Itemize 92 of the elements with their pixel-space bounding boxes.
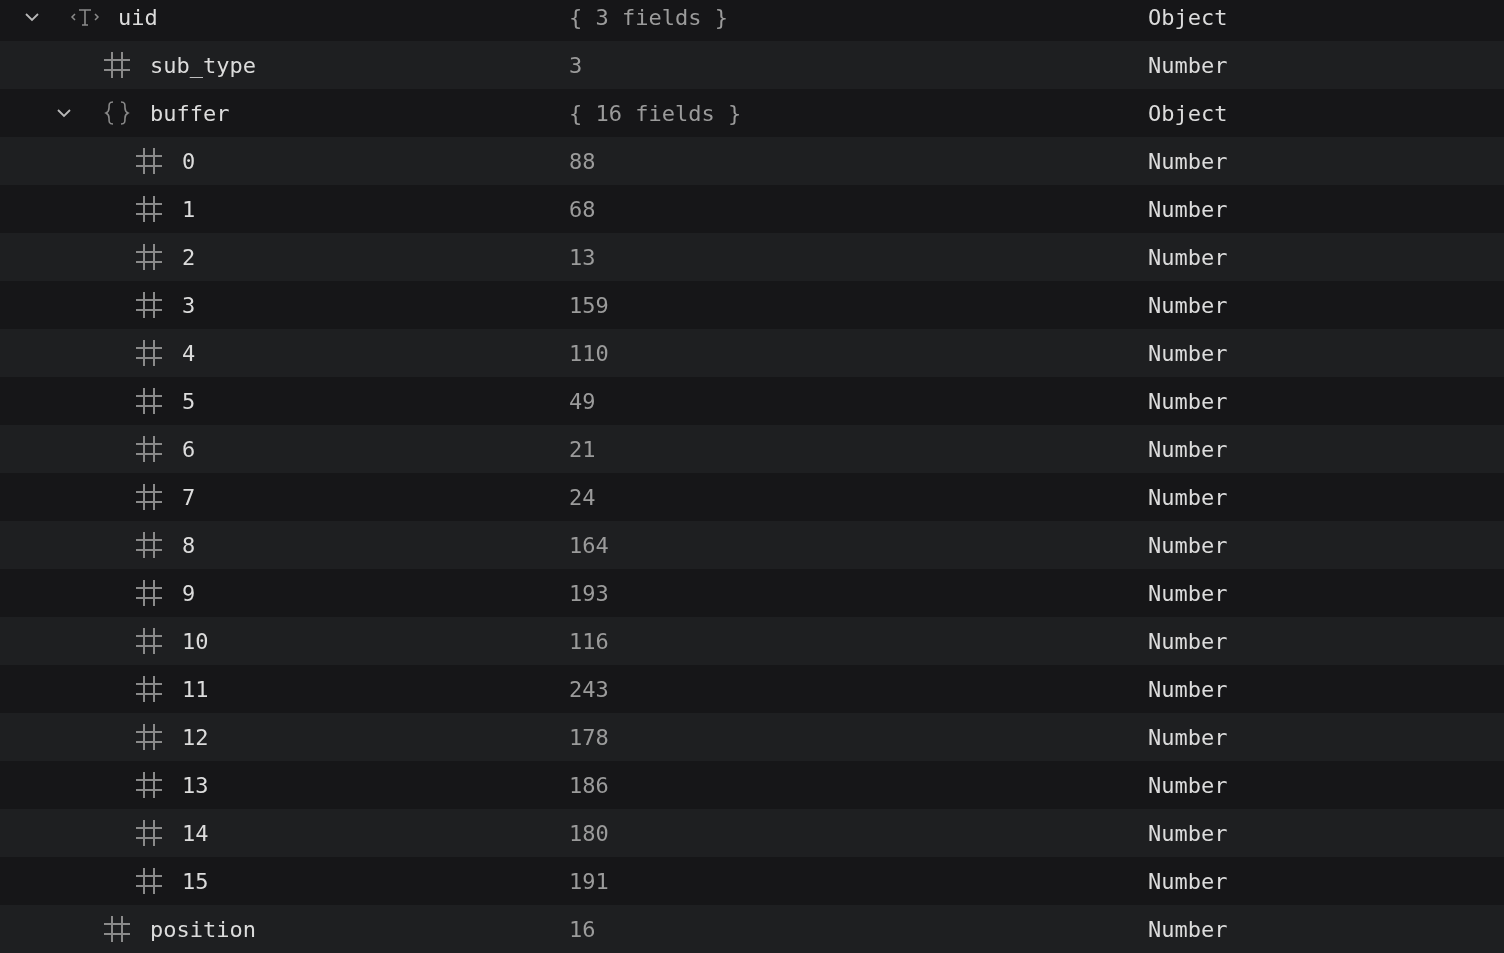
field-name: 3 <box>182 292 196 318</box>
field-value: 116 <box>569 628 610 654</box>
hash-icon <box>134 242 164 272</box>
field-name: position <box>150 916 256 942</box>
field-name: 5 <box>182 388 196 414</box>
tree-row[interactable]: 8 164 Number <box>0 521 1504 569</box>
field-type: Number <box>1148 580 1228 606</box>
tree-row[interactable]: position 16 Number <box>0 905 1504 953</box>
field-type: Number <box>1148 292 1228 318</box>
field-type: Number <box>1148 772 1228 798</box>
field-value: { 3 fields } <box>569 4 729 30</box>
field-name: 4 <box>182 340 196 366</box>
field-value: 3 <box>569 52 584 78</box>
field-name: 15 <box>182 868 209 894</box>
hash-icon <box>102 50 132 80</box>
field-type: Number <box>1148 628 1228 654</box>
field-name: buffer <box>150 100 230 126</box>
field-value: 110 <box>569 340 610 366</box>
type-icon <box>69 6 101 28</box>
field-value: 21 <box>569 436 597 462</box>
chevron-icon[interactable] <box>56 108 72 118</box>
field-type: Number <box>1148 388 1228 414</box>
tree-row[interactable]: 14 180 Number <box>0 809 1504 857</box>
tree-row[interactable]: 0 88 Number <box>0 137 1504 185</box>
field-value: 16 <box>569 916 597 942</box>
field-name: 13 <box>182 772 209 798</box>
chevron-icon[interactable] <box>24 12 40 22</box>
field-name: 12 <box>182 724 209 750</box>
field-name: 9 <box>182 580 196 606</box>
field-type: Number <box>1148 244 1228 270</box>
hash-icon <box>134 290 164 320</box>
field-name: 8 <box>182 532 196 558</box>
hash-icon <box>134 818 164 848</box>
field-name: 14 <box>182 820 209 846</box>
field-type: Object <box>1148 4 1228 30</box>
field-type: Number <box>1148 820 1228 846</box>
field-name: 1 <box>182 196 196 222</box>
field-value: 178 <box>569 724 610 750</box>
hash-icon <box>134 194 164 224</box>
field-value: 180 <box>569 820 610 846</box>
hash-icon <box>102 914 132 944</box>
field-value: 191 <box>569 868 610 894</box>
hash-icon <box>134 146 164 176</box>
field-type: Number <box>1148 916 1228 942</box>
field-value: { 16 fields } <box>569 100 743 126</box>
hash-icon <box>134 770 164 800</box>
hash-icon <box>134 386 164 416</box>
field-name: 11 <box>182 676 209 702</box>
field-type: Number <box>1148 724 1228 750</box>
field-value: 49 <box>569 388 597 414</box>
field-type: Number <box>1148 484 1228 510</box>
field-type: Number <box>1148 340 1228 366</box>
braces-icon <box>103 99 131 127</box>
hash-icon <box>134 338 164 368</box>
field-type: Number <box>1148 196 1228 222</box>
field-type: Number <box>1148 148 1228 174</box>
field-value: 13 <box>569 244 597 270</box>
field-value: 88 <box>569 148 597 174</box>
field-type: Object <box>1148 100 1228 126</box>
hash-icon <box>134 434 164 464</box>
hash-icon <box>134 674 164 704</box>
hash-icon <box>134 530 164 560</box>
field-name: 7 <box>182 484 196 510</box>
hash-icon <box>134 482 164 512</box>
tree-row[interactable]: 2 13 Number <box>0 233 1504 281</box>
field-type: Number <box>1148 532 1228 558</box>
field-value: 68 <box>569 196 597 222</box>
field-value: 243 <box>569 676 610 702</box>
field-type: Number <box>1148 868 1228 894</box>
field-name: 2 <box>182 244 196 270</box>
field-value: 193 <box>569 580 610 606</box>
tree-row[interactable]: 6 21 Number <box>0 425 1504 473</box>
field-type: Number <box>1148 52 1228 78</box>
field-value: 159 <box>569 292 610 318</box>
tree-row[interactable]: 4 110 Number <box>0 329 1504 377</box>
field-value: 186 <box>569 772 610 798</box>
hash-icon <box>134 626 164 656</box>
hash-icon <box>134 722 164 752</box>
field-name: 6 <box>182 436 196 462</box>
hash-icon <box>134 578 164 608</box>
tree-row[interactable]: 12 178 Number <box>0 713 1504 761</box>
field-name: 0 <box>182 148 196 174</box>
tree-row[interactable]: 10 116 Number <box>0 617 1504 665</box>
field-type: Number <box>1148 436 1228 462</box>
field-name: 10 <box>182 628 209 654</box>
field-name: sub_type <box>150 52 256 78</box>
field-value: 24 <box>569 484 597 510</box>
field-type: Number <box>1148 676 1228 702</box>
field-name: uid <box>118 4 158 30</box>
field-value: 164 <box>569 532 610 558</box>
tree-row[interactable]: sub_type 3 Number <box>0 41 1504 89</box>
hash-icon <box>134 866 164 896</box>
